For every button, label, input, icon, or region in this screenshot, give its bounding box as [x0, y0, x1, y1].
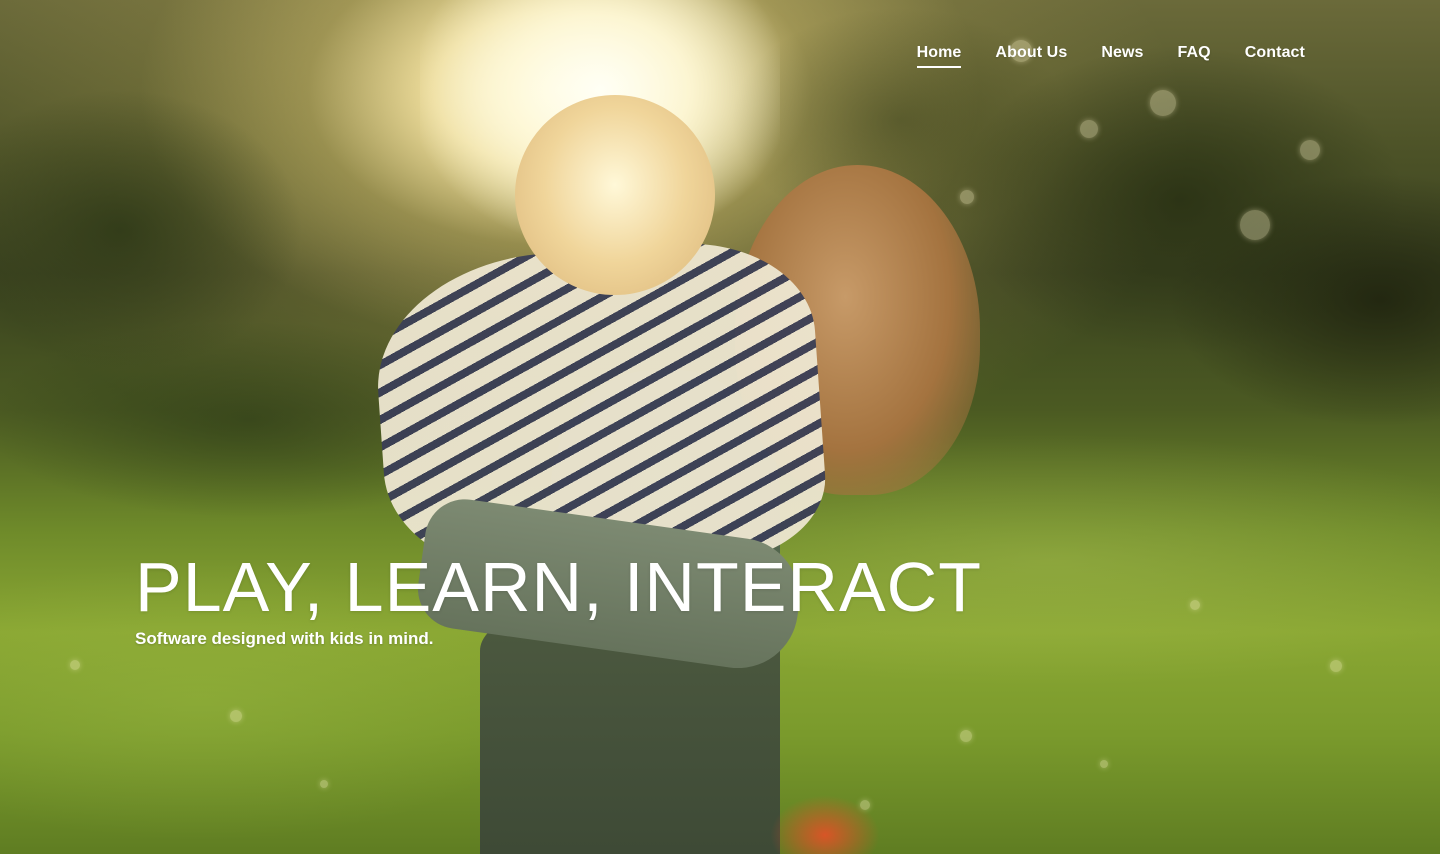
nav-home-link[interactable]: Home — [916, 44, 962, 68]
nav-news-link[interactable]: News — [1101, 44, 1143, 68]
boy-striped-shirt — [369, 235, 831, 585]
nav-faq-link[interactable]: FAQ — [1178, 44, 1211, 68]
sun-glare — [420, 0, 780, 240]
boy-head — [515, 95, 715, 295]
hero-headline: PLAY, LEARN, INTERACT Software designed … — [135, 548, 982, 650]
hero-subtitle: Software designed with kids in mind. — [135, 629, 434, 648]
girl-hair — [735, 165, 980, 495]
main-navigation: Home About Us News FAQ Contact — [916, 44, 1305, 68]
hero-section: Home About Us News FAQ Contact PLAY, LEA… — [0, 0, 1440, 854]
background-trees — [0, 0, 1440, 854]
bokeh-lights — [0, 0, 1440, 854]
lens-flare — [770, 795, 880, 854]
nav-about-us-link[interactable]: About Us — [995, 44, 1067, 68]
background-grass — [0, 0, 1440, 854]
nav-contact-link[interactable]: Contact — [1245, 44, 1305, 68]
hero-title: PLAY, LEARN, INTERACT — [135, 548, 982, 626]
